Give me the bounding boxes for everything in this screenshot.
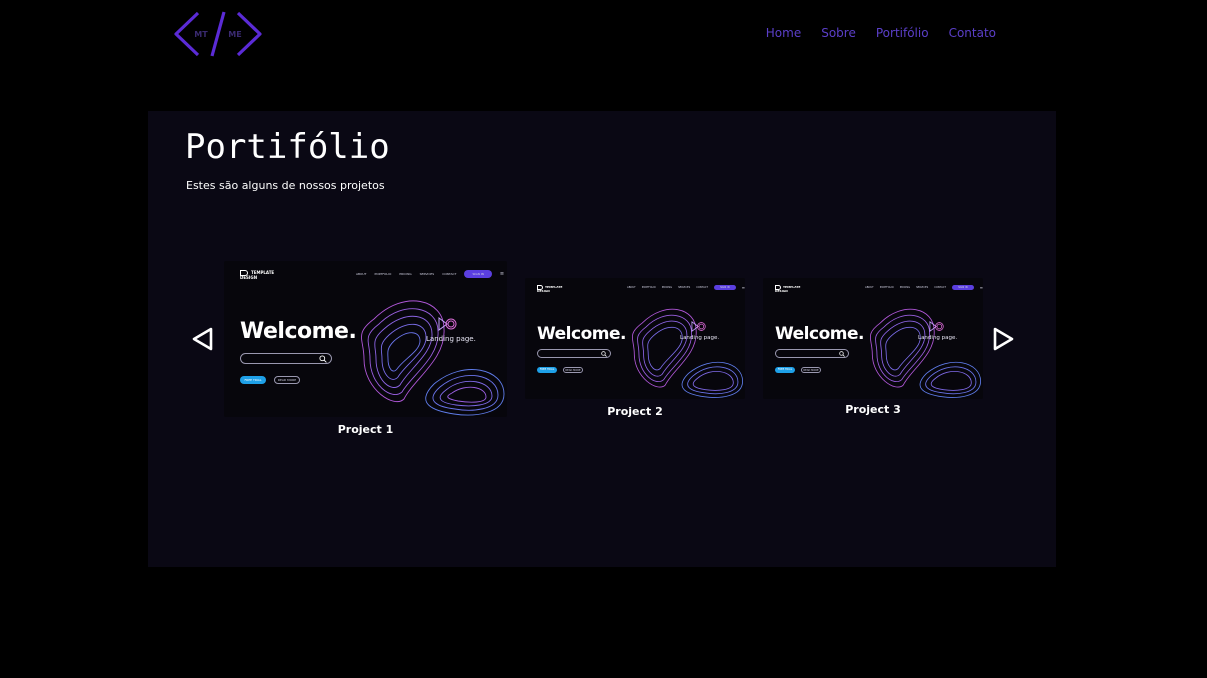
thumb-nav: ABOUT PORTFOLIO PRICING SERVICES CONTACT… bbox=[356, 270, 505, 278]
nav-portifolio[interactable]: Portifólio bbox=[876, 26, 929, 40]
nav-sobre[interactable]: Sobre bbox=[821, 26, 856, 40]
nav-contato[interactable]: Contato bbox=[949, 26, 996, 40]
project-caption: Project 2 bbox=[607, 405, 663, 418]
thumb-read-more: READ MORE bbox=[274, 376, 300, 384]
thumb-logo: TEMPLATE DESIGN bbox=[537, 284, 563, 293]
thumb-read-more: READ MORE bbox=[801, 367, 821, 373]
carousel-next-icon[interactable] bbox=[989, 325, 1017, 353]
project-card[interactable]: TEMPLATE DESIGN ABOUT PORTFOLIO PRICING … bbox=[525, 278, 745, 422]
thumb-nav: ABOUT PORTFOLIO PRICING SERVICES CONTACT… bbox=[627, 285, 745, 290]
page-title: Portifólio bbox=[185, 127, 390, 167]
thumb-free-trial: FREE TRIAL bbox=[537, 367, 557, 373]
logo-text-left: MT bbox=[194, 30, 208, 39]
page-subtitle: Estes são alguns de nossos projetos bbox=[186, 179, 385, 192]
project-card[interactable]: TEMPLATE DESIGN ABOUT PORTFOLIO PRICING … bbox=[224, 261, 507, 441]
project-thumbnail[interactable]: TEMPLATE DESIGN ABOUT PORTFOLIO PRICING … bbox=[763, 278, 983, 399]
thumb-play-icon bbox=[438, 317, 457, 331]
thumb-landing: Landing page. bbox=[918, 335, 958, 341]
thumb-logo: TEMPLATE DESIGN bbox=[775, 284, 801, 293]
project-thumbnail[interactable]: TEMPLATE DESIGN ABOUT PORTFOLIO PRICING … bbox=[224, 261, 507, 417]
project-caption: Project 3 bbox=[845, 403, 901, 416]
thumb-search bbox=[537, 349, 611, 358]
thumb-play-icon bbox=[929, 321, 944, 332]
main-nav: Home Sobre Portifólio Contato bbox=[766, 26, 996, 40]
thumb-play-icon bbox=[691, 321, 706, 332]
project-thumbnail[interactable]: TEMPLATE DESIGN ABOUT PORTFOLIO PRICING … bbox=[525, 278, 745, 399]
thumb-landing: Landing page. bbox=[680, 335, 720, 341]
thumb-landing: Landing page. bbox=[426, 335, 476, 343]
thumb-free-trial: FREE TRIAL bbox=[240, 376, 266, 384]
thumb-welcome: Welcome. bbox=[537, 324, 626, 344]
thumb-search bbox=[240, 353, 332, 364]
nav-home[interactable]: Home bbox=[766, 26, 801, 40]
thumb-logo: TEMPLATE DESIGN bbox=[240, 269, 275, 280]
project-card[interactable]: TEMPLATE DESIGN ABOUT PORTFOLIO PRICING … bbox=[763, 278, 983, 420]
carousel-prev-icon[interactable] bbox=[189, 325, 217, 353]
thumb-welcome: Welcome. bbox=[775, 324, 864, 344]
waves-graphic bbox=[869, 308, 982, 398]
thumb-search bbox=[775, 349, 849, 358]
waves-graphic bbox=[361, 300, 505, 416]
thumb-welcome: Welcome. bbox=[240, 319, 357, 344]
portfolio-section: Portifólio Estes são alguns de nossos pr… bbox=[148, 111, 1056, 567]
brand-logo[interactable]: MT ME bbox=[172, 10, 264, 58]
thumb-nav: ABOUT PORTFOLIO PRICING SERVICES CONTACT… bbox=[865, 285, 983, 290]
project-caption: Project 1 bbox=[337, 423, 394, 436]
thumb-read-more: READ MORE bbox=[563, 367, 583, 373]
waves-graphic bbox=[631, 308, 744, 398]
thumb-free-trial: FREE TRIAL bbox=[775, 367, 795, 373]
logo-text-right: ME bbox=[228, 30, 241, 39]
